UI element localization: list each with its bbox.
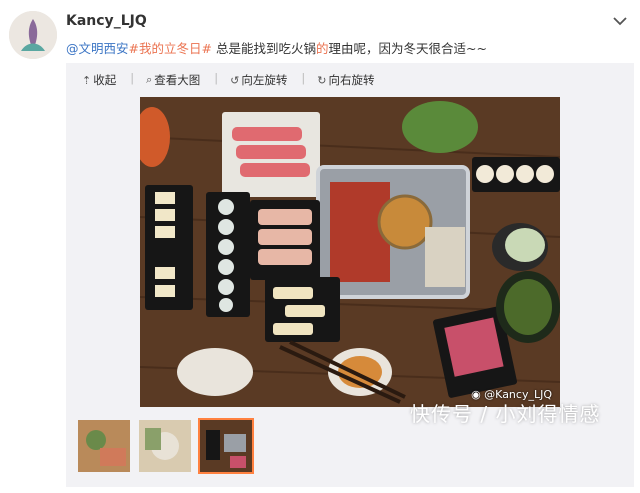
- image-toolbar: ⇡ 收起 | ⌕ 查看大图 | ↺ 向左旋转 | ↻ 向右旋转: [82, 71, 388, 89]
- post-text: @文明西安#我的立冬日# 总是能找到吃火锅的理由呢，因为冬天很合适~~: [66, 38, 487, 57]
- mention-link[interactable]: @文明西安: [66, 41, 129, 56]
- arrow-up-icon: ⇡: [82, 73, 92, 87]
- post-text-c: 理由呢，因为冬天很合适~~: [328, 41, 487, 56]
- rotate-right-button[interactable]: ↻ 向右旋转: [317, 71, 374, 89]
- post-text-a: 总是能找到吃火锅: [211, 41, 316, 56]
- toolbar-divider: |: [130, 71, 135, 85]
- rotate-right-icon: ↻: [317, 73, 327, 87]
- collapse-button[interactable]: ⇡ 收起: [82, 71, 116, 89]
- rotate-left-icon: ↺: [230, 73, 240, 87]
- thumbnail-2[interactable]: [137, 418, 193, 474]
- site-watermark: 快传号 / 小刘得情感: [410, 402, 601, 426]
- username[interactable]: Kancy_LJQ: [66, 13, 147, 29]
- thumbnail-1[interactable]: [76, 418, 132, 474]
- avatar[interactable]: [9, 11, 57, 59]
- thumbnail-3[interactable]: [198, 418, 254, 474]
- toolbar-divider: |: [214, 71, 219, 85]
- hotpot-photo[interactable]: ◉ @Kancy_LJQ: [140, 97, 560, 407]
- rotate-left-button[interactable]: ↺ 向左旋转: [230, 71, 287, 89]
- post-text-b: 的: [315, 41, 329, 56]
- view-large-button[interactable]: ⌕ 查看大图: [146, 71, 200, 89]
- search-icon: ⌕: [146, 73, 153, 86]
- topic-link[interactable]: #我的立冬日#: [129, 41, 212, 56]
- toolbar-divider: |: [301, 71, 306, 85]
- chevron-down-icon[interactable]: [612, 14, 628, 28]
- thumbnail-strip: [76, 418, 259, 474]
